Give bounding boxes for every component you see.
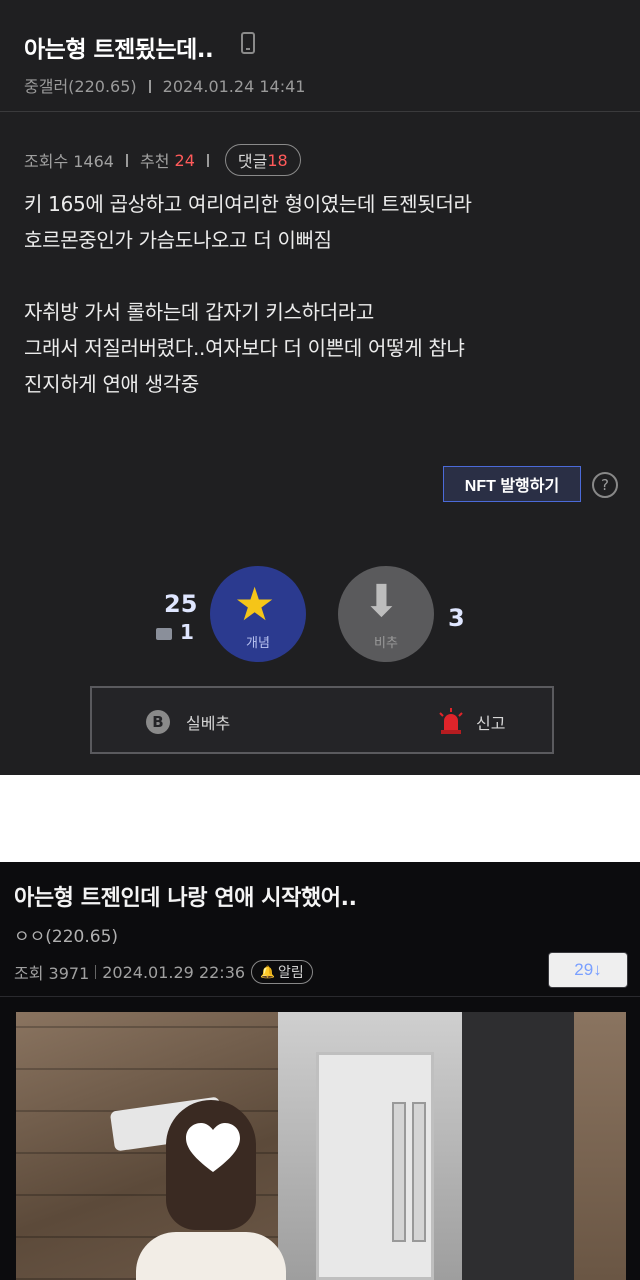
alarm-label: 알림: [278, 965, 304, 981]
downvote-label: 비추: [374, 636, 398, 651]
siren-icon: [439, 708, 463, 734]
post-2: 아는형 트젠인데 나랑 연애 시작했어.. ㅇㅇ(220.65) 조회 3971…: [0, 862, 640, 1280]
recommend-count: 24: [174, 150, 195, 170]
body-line: [24, 258, 614, 294]
photo-person-body: [136, 1232, 286, 1280]
post-photo[interactable]: [16, 1012, 626, 1280]
action-bar: B 실베추 신고: [90, 686, 554, 754]
post-date: 2024.01.24 14:41: [162, 77, 306, 96]
comment-count: 18: [267, 150, 288, 170]
post-stats: 조회수 1464 추천 24 댓글 18: [24, 144, 301, 176]
author-name[interactable]: 중갤러(220.65): [24, 77, 137, 96]
body-line: 키 165에 곱상하고 여리여리한 형이였는데 트젠됫더라: [24, 192, 472, 216]
photo-handle: [412, 1102, 426, 1242]
fixed-user-icon: [156, 628, 172, 640]
divider: [95, 965, 97, 979]
post-date: 2024.01.29 22:36: [102, 962, 246, 982]
downvote-count: 3: [448, 604, 465, 632]
report-button[interactable]: 신고: [476, 710, 505, 734]
comment-count-button[interactable]: 댓글 18: [224, 144, 301, 176]
recommend-label: 추천: [139, 152, 170, 171]
upvote-label: 개념: [246, 636, 270, 651]
post-title[interactable]: 아는형 트젠인데 나랑 연애 시작했어..: [14, 880, 357, 912]
nft-issue-button[interactable]: NFT 발행하기: [443, 466, 581, 502]
comment-jump-button[interactable]: 29↓: [548, 952, 628, 988]
post-header: 아는형 트젠됬는데.. 중갤러(220.65) 2024.01.24 14:41: [0, 0, 640, 112]
fixed-upvote-count: 1: [180, 620, 194, 644]
alarm-button[interactable]: 🔔 알림: [251, 960, 313, 984]
bell-icon: 🔔: [260, 965, 276, 979]
photo-dark-panel: [462, 1012, 574, 1280]
post-body: 키 165에 곱상하고 여리여리한 형이였는데 트젠됫더라 호르몬중인가 가슴도…: [24, 186, 614, 402]
upvote-button[interactable]: ★ 개념: [210, 566, 306, 662]
divider: [148, 80, 151, 93]
post-meta: 조회 3971 2024.01.29 22:36 🔔 알림: [14, 960, 313, 984]
divider: [0, 996, 640, 997]
divider: [125, 153, 128, 167]
star-icon: ★: [234, 577, 276, 631]
view-count: 조회수 1464: [24, 152, 114, 171]
body-line: 진지하게 연애 생각중: [24, 372, 200, 396]
post-meta: 중갤러(220.65) 2024.01.24 14:41: [24, 73, 305, 97]
down-arrow-icon: ⬇: [363, 576, 400, 627]
body-line: 그래서 저질러버렸다..여자보다 더 이쁜데 어떻게 참냐: [24, 336, 465, 360]
post-1: 아는형 트젠됬는데.. 중갤러(220.65) 2024.01.24 14:41 …: [0, 0, 640, 775]
mobile-icon: [241, 32, 255, 54]
help-icon[interactable]: ?: [592, 472, 618, 498]
author-name[interactable]: ㅇㅇ(220.65): [14, 922, 118, 947]
view-count: 조회 3971: [14, 964, 90, 983]
b-badge-icon: B: [146, 710, 170, 734]
divider: [206, 153, 209, 167]
real-downvote-button[interactable]: 실베추: [186, 710, 230, 734]
photo-right-wall: [574, 1012, 626, 1280]
post-title[interactable]: 아는형 트젠됬는데..: [24, 30, 214, 64]
heart-icon: [186, 1123, 240, 1172]
comment-label: 댓글: [237, 152, 268, 171]
body-line: 자취방 가서 롤하는데 갑자기 키스하더라고: [24, 300, 375, 324]
body-line: 호르몬중인가 가슴도나오고 더 이뻐짐: [24, 228, 332, 252]
photo-handle: [392, 1102, 406, 1242]
upvote-count: 25: [164, 590, 198, 618]
downvote-button[interactable]: ⬇ 비추: [338, 566, 434, 662]
